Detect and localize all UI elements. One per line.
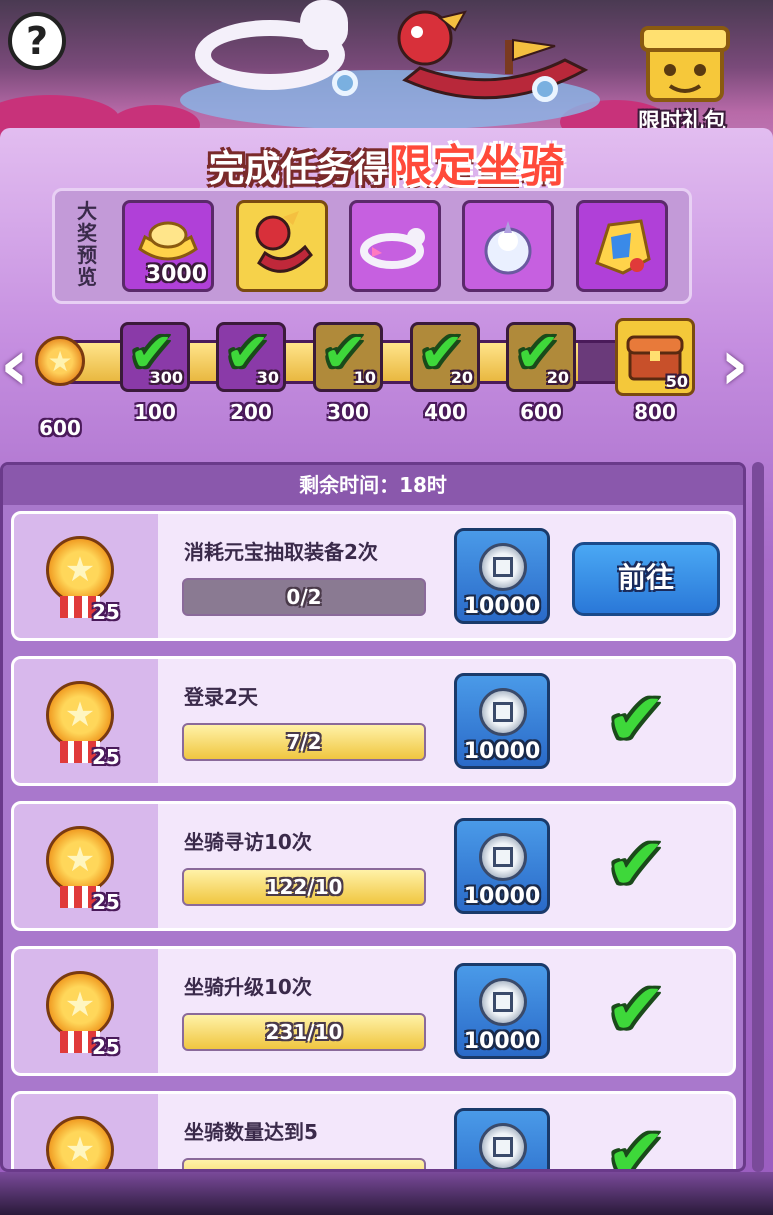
star-medal-icon: ★ — [46, 536, 114, 604]
task-reward[interactable]: 10000 — [454, 673, 550, 769]
event-title: 完成任务得限定坐骑 — [0, 130, 773, 194]
task-title: 坐骑数量达到5 — [184, 1120, 318, 1144]
task-row: ★ 25 登录2天 7/2 10000 ✔ — [11, 656, 736, 786]
milestone-label: 100 — [134, 400, 176, 424]
milestone-label: 200 — [230, 400, 272, 424]
task-reward[interactable]: 10000 — [454, 528, 550, 624]
unicorn-head — [300, 0, 348, 50]
prize-unicorn-float[interactable] — [349, 200, 441, 292]
task-list-panel[interactable]: 剩余时间：18时 ★ 25 消耗元宝抽取装备2次 0/2 10000 前往 ★ … — [0, 462, 746, 1172]
task-list-scrollbar[interactable] — [752, 462, 764, 1172]
milestone-chest[interactable]: ✔ 10 — [313, 321, 383, 392]
milestone-count: 20 — [546, 368, 569, 387]
prize-dragon-mount[interactable] — [236, 200, 328, 292]
milestone-label: 600 — [520, 400, 562, 424]
location-pin-icon[interactable] — [332, 70, 358, 96]
task-row: ★ 25 坐骑寻访10次 122/10 10000 ✔ — [11, 801, 736, 931]
star-medal-icon: ★ — [46, 826, 114, 894]
check-icon: ✔ — [606, 967, 667, 1051]
task-progress-text: 231/10 — [265, 1020, 343, 1044]
silver-coin-icon — [479, 833, 527, 881]
task-row: ★ 25 消耗元宝抽取装备2次 0/2 10000 前往 — [11, 511, 736, 641]
milestone-chest[interactable]: ✔ 20 — [410, 321, 480, 392]
milestone-chest-final[interactable]: 50 — [615, 318, 695, 396]
task-progress-text: 7/2 — [286, 730, 322, 754]
milestone-count: 10 — [353, 368, 376, 387]
dragon-mount-icon — [255, 211, 313, 273]
task-progress-bar — [182, 1158, 426, 1169]
task-points: 25 — [92, 890, 120, 914]
task-row: ★ 25 坐骑升级10次 231/10 10000 ✔ — [11, 946, 736, 1076]
milestone-label: 400 — [424, 400, 466, 424]
milestone-count: 50 — [665, 372, 688, 391]
task-reward[interactable]: 10000 — [454, 1108, 550, 1169]
star-medal-icon: ★ — [46, 1116, 114, 1169]
milestone-label: 300 — [327, 400, 369, 424]
task-progress-bar: 231/10 — [182, 1013, 426, 1051]
star-medal-icon: ★ — [46, 971, 114, 1039]
reward-amount: 10000 — [463, 1029, 541, 1054]
treasure-pile-icon — [595, 219, 651, 275]
task-progress-bar: 122/10 — [182, 868, 426, 906]
game-screen: 限时礼包 ? 完成任务得限定坐骑 大奖预览 3000 ‹ › ★ 600 ✔ 3… — [0, 0, 773, 1215]
prize-amount: 3000 — [145, 262, 207, 287]
task-title: 登录2天 — [184, 685, 258, 709]
location-pin-icon[interactable] — [532, 76, 558, 102]
task-title: 坐骑升级10次 — [184, 975, 312, 999]
task-points: 25 — [92, 745, 120, 769]
reward-amount: 10000 — [463, 884, 541, 909]
current-points: 600 — [39, 416, 81, 440]
check-icon: ✔ — [606, 822, 667, 906]
prize-treasure-pile[interactable] — [576, 200, 668, 292]
task-progress-text — [184, 1160, 424, 1169]
event-title-highlight: 限定坐骑 — [388, 141, 565, 192]
dragon-boat-mount[interactable] — [395, 10, 595, 110]
check-icon: ✔ — [606, 677, 667, 761]
points-star-icon: ★ — [35, 336, 85, 386]
event-title-part1: 完成任务得 — [208, 149, 389, 190]
task-title: 消耗元宝抽取装备2次 — [184, 540, 378, 564]
remaining-time: 剩余时间：18时 — [3, 465, 743, 505]
task-progress-bar: 0/2 — [182, 578, 426, 616]
unicorn-float-icon — [360, 228, 425, 269]
task-row: ★ 25 坐骑数量达到5 10000 ✔ — [11, 1091, 736, 1172]
unicorn-token-icon — [484, 221, 532, 275]
milestone-chest[interactable]: ✔ 30 — [216, 321, 286, 392]
milestone-count: 30 — [256, 368, 279, 387]
task-progress-text: 122/10 — [265, 875, 343, 899]
silver-coin-icon — [479, 1123, 527, 1169]
bottom-edge — [0, 1172, 773, 1215]
task-reward[interactable]: 10000 — [454, 818, 550, 914]
grand-prize-label: 大奖预览 — [77, 199, 97, 289]
go-button[interactable]: 前往 — [572, 542, 720, 616]
star-medal-icon: ★ — [46, 681, 114, 749]
task-points: 25 — [92, 1035, 120, 1059]
reward-amount: 10000 — [463, 739, 541, 764]
silver-coin-icon — [479, 688, 527, 736]
prize-unicorn-token[interactable] — [462, 200, 554, 292]
help-button[interactable]: ? — [8, 12, 66, 70]
silver-coin-icon — [479, 978, 527, 1026]
silver-coin-icon — [479, 543, 527, 591]
milestone-label: 800 — [634, 400, 676, 424]
gift-box-icon[interactable] — [640, 10, 730, 110]
milestone-count: 300 — [149, 368, 183, 387]
task-progress-bar: 7/2 — [182, 723, 426, 761]
task-progress-text: 0/2 — [286, 585, 322, 609]
prize-gold-ingot[interactable]: 3000 — [122, 200, 214, 292]
task-title: 坐骑寻访10次 — [184, 830, 312, 854]
check-icon: ✔ — [606, 1112, 667, 1172]
task-reward[interactable]: 10000 — [454, 963, 550, 1059]
milestone-chest[interactable]: ✔ 300 — [120, 321, 190, 392]
milestone-count: 20 — [450, 368, 473, 387]
chevron-left-icon[interactable]: ‹ — [0, 330, 40, 400]
reward-amount: 10000 — [463, 594, 541, 619]
task-points: 25 — [92, 600, 120, 624]
milestone-chest[interactable]: ✔ 20 — [506, 321, 576, 392]
chevron-right-icon[interactable]: › — [720, 330, 760, 400]
